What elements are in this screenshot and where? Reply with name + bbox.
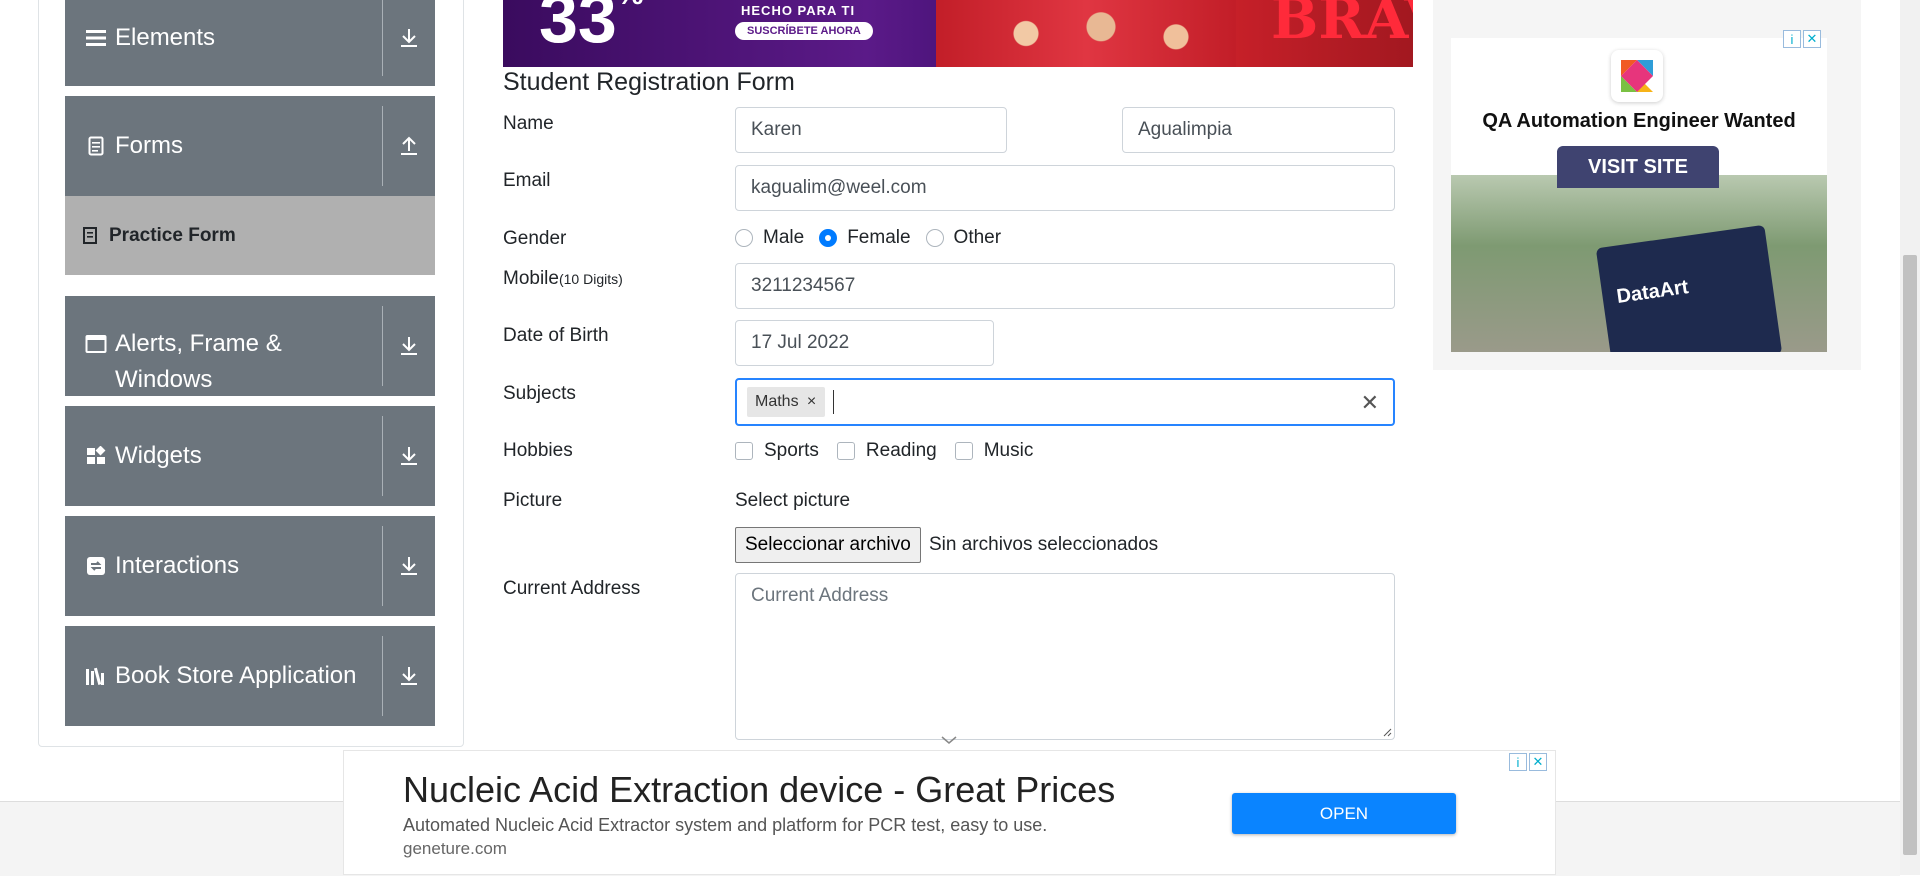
sidebar-group-alerts[interactable]: Alerts, Frame & Windows: [65, 296, 435, 396]
ad-subscribe-button[interactable]: SUSCRÍBETE AHORA: [735, 22, 873, 40]
checkbox[interactable]: [954, 442, 973, 460]
resize-handle-icon[interactable]: [1382, 727, 1392, 737]
close-icon[interactable]: ✕: [1803, 30, 1821, 48]
ad-title: QA Automation Engineer Wanted: [1482, 110, 1796, 132]
chevron-down-icon: [941, 736, 957, 744]
ad-discount-number: 33%: [539, 0, 644, 57]
close-icon[interactable]: ✕: [1529, 753, 1547, 771]
address-placeholder: Current Address: [751, 585, 889, 606]
first-name-input[interactable]: Karen: [735, 107, 1007, 153]
sidebar-group-label: Interactions: [115, 552, 240, 579]
date-of-birth-input[interactable]: 17 Jul 2022: [735, 320, 994, 366]
gender-female-option[interactable]: Female: [819, 227, 911, 249]
menu-lines-icon: [85, 27, 107, 49]
subjects-label: Subjects: [503, 383, 576, 404]
radio-button[interactable]: [925, 229, 944, 247]
download-icon[interactable]: [382, 0, 435, 76]
ad-tagline: HECHO PARA TI: [741, 3, 856, 18]
subject-chip: Maths ×: [747, 387, 825, 417]
sidebar-group-interactions[interactable]: Interactions: [65, 516, 435, 616]
download-icon[interactable]: [382, 416, 435, 496]
gender-male-option[interactable]: Male: [735, 227, 804, 249]
form-file-icon: [83, 227, 97, 244]
sidebar-group-elements[interactable]: Elements: [65, 0, 435, 86]
sidebar-group-label: Elements: [115, 24, 216, 51]
email-input[interactable]: kagualim@weel.com: [735, 165, 1395, 211]
email-label: Email: [503, 170, 551, 191]
picture-label: Picture: [503, 490, 563, 511]
hobbies-options: Sports Reading Music: [735, 440, 1048, 462]
interactions-icon: [85, 555, 107, 577]
ad-choices[interactable]: i ✕: [1509, 753, 1547, 771]
name-label: Name: [503, 113, 554, 134]
right-sidebar-ad[interactable]: QA Automation Engineer Wanted VISIT SITE…: [1433, 0, 1861, 370]
top-banner-ad[interactable]: 33% HECHO PARA TI SUSCRÍBETE AHORA BRAVA…: [503, 0, 1413, 67]
ad-photo: [936, 0, 1236, 67]
ad-domain: geneture.com: [403, 839, 507, 858]
sidebar-group-forms[interactable]: Forms: [65, 96, 435, 196]
download-icon[interactable]: [382, 636, 435, 716]
text-cursor: [832, 390, 834, 414]
radio-button-checked[interactable]: [819, 229, 838, 247]
choose-file-button[interactable]: Seleccionar archivo: [735, 527, 921, 563]
document-icon: [85, 135, 107, 157]
current-address-textarea[interactable]: Current Address: [735, 573, 1395, 740]
radio-button[interactable]: [735, 229, 753, 247]
sidebar-item-practice-form[interactable]: Practice Form: [65, 196, 435, 275]
checkbox[interactable]: [735, 442, 753, 460]
upload-icon[interactable]: [382, 106, 435, 186]
ad-brand-banner: DataArt: [1595, 224, 1783, 352]
checkbox[interactable]: [836, 442, 855, 460]
gender-options: Male Female Other: [735, 227, 1016, 249]
ad-brand: BRAVAS: [1271, 0, 1413, 52]
clear-icon[interactable]: ✕: [1361, 390, 1379, 416]
sidebar-group-label: Alerts, Frame & Windows: [115, 330, 282, 393]
dob-label: Date of Birth: [503, 325, 609, 346]
open-button[interactable]: OPEN: [1232, 793, 1456, 834]
info-icon[interactable]: i: [1783, 30, 1801, 48]
gender-label: Gender: [503, 228, 567, 249]
hobby-sports-option[interactable]: Sports: [735, 440, 819, 462]
address-label: Current Address: [503, 578, 641, 599]
form-title: Student Registration Form: [503, 68, 795, 96]
sidebar-group-book-store[interactable]: Book Store Application: [65, 626, 435, 726]
books-icon: [85, 665, 107, 687]
scrollbar-thumb[interactable]: [1903, 255, 1917, 855]
hobby-reading-option[interactable]: Reading: [836, 440, 937, 462]
last-name-input[interactable]: Agualimpia: [1122, 107, 1395, 153]
sidebar-group-label: Forms: [115, 132, 183, 159]
ad-content: QA Automation Engineer Wanted VISIT SITE…: [1451, 38, 1827, 352]
ad-logo: [1611, 50, 1663, 102]
download-icon[interactable]: [382, 306, 435, 386]
remove-chip-icon[interactable]: ×: [799, 393, 825, 411]
info-icon[interactable]: i: [1509, 753, 1527, 771]
select-picture-label: Select picture: [735, 490, 851, 511]
visit-site-button[interactable]: VISIT SITE: [1557, 146, 1719, 188]
sidebar-item-label: Practice Form: [109, 224, 236, 246]
ad-description: Automated Nucleic Acid Extractor system …: [403, 815, 1048, 835]
mobile-input[interactable]: 3211234567: [735, 263, 1395, 309]
widgets-icon: [85, 445, 107, 467]
subjects-input[interactable]: Maths × ✕: [735, 378, 1395, 426]
bottom-banner-ad[interactable]: Nucleic Acid Extraction device - Great P…: [343, 750, 1556, 875]
ad-choices[interactable]: i ✕: [1783, 30, 1821, 48]
sidebar-group-label: Widgets: [115, 442, 202, 469]
window-icon: [85, 333, 107, 355]
gender-other-option[interactable]: Other: [925, 227, 1001, 249]
ad-headline: Nucleic Acid Extraction device - Great P…: [403, 769, 1116, 810]
hobbies-label: Hobbies: [503, 440, 573, 461]
file-status-text: Sin archivos seleccionados: [929, 534, 1159, 555]
download-icon[interactable]: [382, 526, 435, 606]
sidebar-group-widgets[interactable]: Widgets: [65, 406, 435, 506]
mobile-label: Mobile(10 Digits): [503, 268, 623, 289]
sidebar-group-label: Book Store Application: [115, 662, 357, 689]
hobby-music-option[interactable]: Music: [954, 440, 1033, 462]
mobile-hint: (10 Digits): [558, 271, 623, 287]
